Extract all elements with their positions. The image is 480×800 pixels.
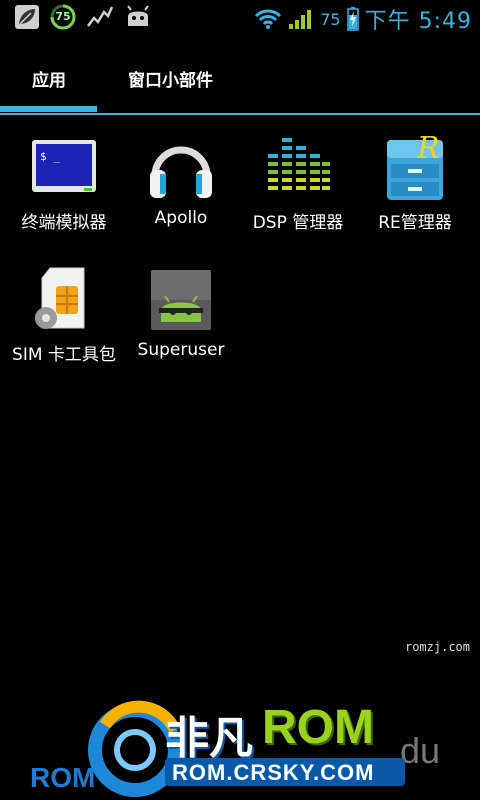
tab-apps[interactable]: 应用 <box>32 66 66 91</box>
equalizer-icon <box>264 134 332 202</box>
tab-divider-line <box>0 113 480 115</box>
svg-text:R: R <box>416 134 440 166</box>
battery-charging-icon <box>346 7 359 31</box>
clock: 下午 5:49 <box>364 9 472 34</box>
tab-selected-indicator <box>0 106 97 112</box>
app-apollo[interactable]: Apollo <box>123 134 239 228</box>
leaf-notification-icon <box>15 5 39 29</box>
android-head-icon <box>127 5 149 26</box>
activity-graph-icon <box>87 6 114 27</box>
brand-rom: ROM <box>262 701 374 754</box>
app-superuser[interactable]: Superuser <box>123 266 239 360</box>
circle-gauge-icon: 75 <box>50 4 76 30</box>
headphones-icon <box>147 134 215 202</box>
app-label: RE管理器 <box>378 213 452 233</box>
signal-strength-icon <box>289 10 312 29</box>
app-label: Apollo <box>154 208 208 228</box>
wifi-icon <box>255 9 282 29</box>
sim-card-icon <box>30 266 98 334</box>
file-cabinet-icon: R <box>381 131 449 202</box>
brand-url: ROM.CRSKY.COM <box>172 760 375 785</box>
terminal-icon: $ _ <box>30 134 98 202</box>
gauge-value: 75 <box>55 10 71 23</box>
app-label: SIM 卡工具包 <box>12 345 116 365</box>
app-label: Superuser <box>137 340 225 360</box>
app-terminal[interactable]: $ _ 终端模拟器 <box>6 134 122 233</box>
app-re-manager[interactable]: R RE管理器 <box>357 131 473 233</box>
app-sim-toolkit[interactable]: SIM 卡工具包 <box>6 266 122 365</box>
brand-right-text: du <box>400 730 441 771</box>
tab-bar: 应用 窗口小部件 <box>0 38 480 116</box>
status-bar: 75 75 下午 5:49 <box>0 0 480 38</box>
brand-chinese: 非凡 <box>165 713 253 764</box>
svg-text:$ _: $ _ <box>40 150 60 163</box>
app-dsp-manager[interactable]: DSP 管理器 <box>240 134 356 233</box>
brand-watermark: ROM 非凡 ROM du ROM.CRSKY.COM <box>0 690 480 800</box>
tab-widgets[interactable]: 窗口小部件 <box>128 66 213 91</box>
android-superuser-icon <box>147 266 215 334</box>
app-label: 终端模拟器 <box>21 213 107 233</box>
battery-percent: 75 <box>320 9 341 29</box>
brand-left-text: ROM <box>30 762 96 793</box>
app-label: DSP 管理器 <box>252 213 344 233</box>
site-watermark-small: romzj.com <box>404 640 470 654</box>
